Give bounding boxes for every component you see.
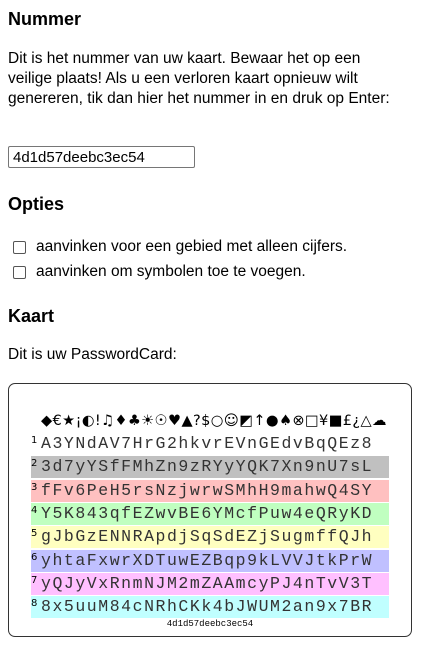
digits-only-checkbox[interactable] — [13, 240, 26, 254]
card-row-chars: 8x5uuM84cNRhCKk4bJWUM2an9x7BR — [41, 597, 374, 617]
digits-only-label: aanvinken voor een gebied met alleen cij… — [36, 238, 348, 255]
card-row: 3 fFv6PeH5rsNzjwrwSMhH9mahwQ4SY — [31, 479, 389, 502]
card-row-chars: yhtaFxwrXDTuwEZBqp9kLVVJtkPrW — [41, 550, 374, 570]
card-row-number: 2 — [31, 458, 38, 470]
card-row-number: 7 — [31, 574, 38, 586]
card-footer-number: 4d1d57deebc3ec54 — [166, 619, 254, 629]
card-row: 5 gJbGzENNRApdjSqSdEZjSugmffQJh — [31, 526, 389, 549]
password-card: ◆€★¡◐!♫♦♣☀☉♥▲?$○☺◩↑●♠⊗□¥■£¿△☁ 1 A3YNdAV7H… — [8, 383, 412, 637]
card-row-number: 6 — [31, 551, 38, 563]
card-row-chars: A3YNdAV7HrG2hkvrEVnGEdvBqQEz8 — [41, 434, 374, 453]
card-caption: Dit is uw PasswordCard: — [8, 346, 177, 363]
card-row: 8 8x5uuM84cNRhCKk4bJWUM2an9x7BR — [31, 596, 389, 619]
card-row-chars: Y5K843qfEZwvBE6YMcfPuw4eQRyKD — [41, 503, 374, 523]
card-symbol-header: ◆€★¡◐!♫♦♣☀☉♥▲?$○☺◩↑●♠⊗□¥■£¿△☁ — [41, 413, 387, 429]
card-row: 2 3d7yYSfFMhZn9zRYyYQK7Xn9nU7sL — [31, 456, 389, 479]
card-row-chars: yQJyVxRnmNJM2mZAAmcyPJ4nTvV3T — [41, 573, 374, 593]
card-row-chars: gJbGzENNRApdjSqSdEZjSugmffQJh — [41, 527, 374, 547]
card-row: 6 yhtaFxwrXDTuwEZBqp9kLVVJtkPrW — [31, 549, 389, 572]
card-row-number: 5 — [31, 528, 38, 540]
card-row: 7 yQJyVxRnmNJM2mZAAmcyPJ4nTvV3T — [31, 572, 389, 595]
add-symbols-checkbox[interactable] — [13, 265, 26, 279]
card-row: 4 Y5K843qfEZwvBE6YMcfPuw4eQRyKD — [31, 502, 389, 525]
card-row-number: 3 — [31, 481, 38, 493]
card-row-chars: fFv6PeH5rsNzjwrwSMhH9mahwQ4SY — [41, 480, 374, 500]
option-add-symbols[interactable]: aanvinken om symbolen toe te voegen. — [8, 262, 306, 282]
card-row-number: 1 — [31, 435, 38, 446]
card-row-chars: 3d7yYSfFMhZn9zRYyYQK7Xn9nU7sL — [41, 457, 374, 477]
add-symbols-label: aanvinken om symbolen toe te voegen. — [36, 263, 306, 280]
options-heading: Opties — [8, 194, 65, 214]
option-digits-only[interactable]: aanvinken voor een gebied met alleen cij… — [8, 237, 347, 257]
card-row: 1 A3YNdAV7HrG2hkvrEVnGEdvBqQEz8 — [31, 433, 389, 455]
card-heading: Kaart — [8, 306, 55, 326]
card-row-number: 4 — [31, 504, 38, 516]
card-row-number: 8 — [31, 598, 38, 610]
number-intro-text: Dit is het nummer van uw kaart. Bewaar h… — [8, 50, 390, 107]
number-heading: Nummer — [8, 9, 82, 29]
card-number-input[interactable] — [8, 146, 195, 168]
